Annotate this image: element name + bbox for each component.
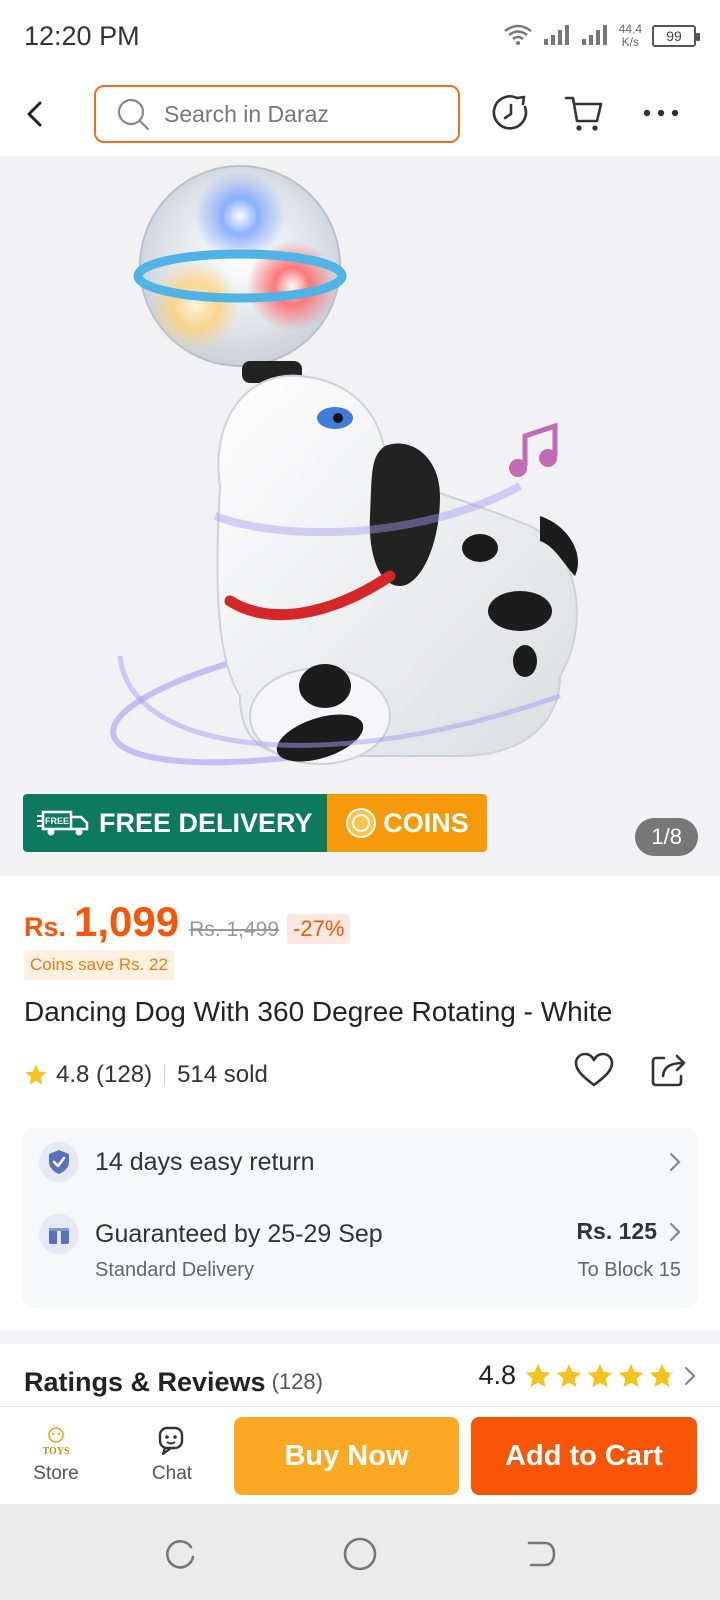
star-icon: [25, 1064, 47, 1085]
header: [0, 78, 720, 150]
store-logo-text: TOYS: [42, 1446, 69, 1457]
wishlist-button[interactable]: [574, 1052, 614, 1093]
delivery-location: To Block 15: [577, 1259, 681, 1281]
service-box: 14 days easy return Guaranteed by 25-29 …: [23, 1128, 697, 1308]
net-speed-value: 44.4: [618, 22, 642, 36]
status-time: 12:20 PM: [24, 20, 140, 51]
delivery-fee: Rs. 125: [576, 1218, 681, 1245]
current-price: 1,099: [74, 898, 180, 945]
home-icon: [343, 1537, 377, 1571]
delivery-type: Standard Delivery: [95, 1259, 254, 1281]
recent-apps-button[interactable]: [160, 1534, 200, 1574]
delivery-chevron-icon: [669, 1222, 681, 1241]
delivery-box-icon: [39, 1214, 79, 1254]
star-icon: [525, 1363, 551, 1387]
cart-icon: [564, 96, 603, 131]
status-icons: 44.4 K/s 99: [503, 23, 700, 50]
delivery-guarantee: Guaranteed by 25-29 Sep: [95, 1220, 383, 1248]
ratings-reviews-header[interactable]: Ratings & Reviews (128) 4.8: [24, 1360, 696, 1404]
net-speed-unit: K/s: [621, 35, 639, 49]
more-button[interactable]: [636, 88, 686, 138]
history-button[interactable]: [486, 88, 536, 138]
status-bar: 12:20 PM 44.4 K/s 99: [0, 0, 720, 72]
delivery-info: Guaranteed by 25-29 Sep Standard Deliver…: [79, 1214, 383, 1282]
chat-label: Chat: [151, 1463, 193, 1484]
free-delivery-badge: FREE FREE DELIVERY: [23, 794, 327, 852]
ratings-chevron-icon: [684, 1366, 696, 1385]
store-logo-icon: TOYS: [16, 1425, 96, 1457]
section-divider: [0, 1330, 720, 1344]
chat-icon: [132, 1425, 212, 1457]
share-icon: [651, 1054, 686, 1087]
coin-icon: [346, 808, 377, 838]
coins-save-badge: Coins save Rs. 22: [24, 950, 174, 980]
image-counter: 1/8: [635, 818, 698, 856]
delivery-fee-block: Rs. 125 To Block 15: [576, 1214, 681, 1282]
net-speed: 44.4 K/s: [619, 23, 642, 49]
back-nav-button[interactable]: [520, 1534, 560, 1574]
product-meta-row: 4.8 (128) 514 sold: [24, 1052, 696, 1098]
back-arrow-icon: [27, 101, 42, 127]
recent-apps-icon: [165, 1540, 195, 1569]
history-icon: [492, 95, 528, 130]
search-icon: [117, 98, 150, 131]
back-nav-icon: [527, 1541, 556, 1567]
bottom-action-bar: TOYS Store Chat Buy Now Add to Cart: [0, 1406, 720, 1504]
buy-now-button[interactable]: Buy Now: [234, 1417, 459, 1495]
return-chevron-icon: [669, 1152, 681, 1177]
return-policy-row[interactable]: 14 days easy return: [39, 1142, 681, 1182]
product-title: Dancing Dog With 360 Degree Rotating - W…: [24, 996, 613, 1027]
promo-banner: FREE FREE DELIVERY COINS: [23, 794, 487, 852]
back-button[interactable]: [24, 89, 74, 139]
product-image: [110, 165, 579, 766]
rating-value[interactable]: 4.8 (128): [56, 1061, 152, 1089]
price-currency: Rs.: [24, 912, 67, 942]
search-input[interactable]: [164, 100, 444, 128]
add-to-cart-button[interactable]: Add to Cart: [471, 1417, 697, 1495]
ratings-summary: 4.8: [478, 1360, 696, 1391]
product-image-gallery[interactable]: FREE FREE DELIVERY COINS 1/8: [0, 156, 720, 876]
coins-badge: COINS: [327, 794, 487, 852]
share-button[interactable]: [650, 1052, 688, 1093]
search-box[interactable]: [94, 85, 460, 143]
signal-icon-2: [581, 23, 609, 50]
wifi-icon: [503, 23, 533, 50]
chat-button[interactable]: Chat: [132, 1425, 212, 1485]
star-rating: [524, 1362, 676, 1390]
ratings-title: Ratings & Reviews: [24, 1366, 266, 1397]
star-half-icon: [649, 1363, 675, 1387]
delivery-row[interactable]: Guaranteed by 25-29 Sep Standard Deliver…: [39, 1214, 681, 1282]
battery-icon: 99: [652, 25, 700, 47]
store-label: Store: [33, 1463, 79, 1484]
home-button[interactable]: [340, 1534, 380, 1574]
ratings-count: (128): [271, 1369, 323, 1394]
price-row: Rs. 1,099 Rs. 1,499 -27%: [24, 898, 351, 946]
coins-label: COINS: [383, 807, 469, 838]
star-icon: [556, 1363, 582, 1387]
meta-actions: [574, 1052, 688, 1093]
free-delivery-label: FREE DELIVERY: [99, 807, 313, 838]
meta-divider: [164, 1065, 166, 1085]
sold-count: 514 sold: [177, 1061, 268, 1088]
star-icon: [587, 1363, 613, 1387]
delivery-truck-icon: FREE: [37, 810, 89, 836]
store-button[interactable]: TOYS Store: [16, 1425, 96, 1485]
signal-icon: [543, 23, 571, 50]
more-icon: [643, 109, 679, 117]
shield-check-icon: [39, 1142, 79, 1182]
original-price: Rs. 1,499: [189, 918, 280, 941]
rating-number: 4.8: [56, 1061, 90, 1088]
ratings-score: 4.8: [478, 1360, 516, 1390]
delivery-fee-value: Rs. 125: [576, 1218, 657, 1244]
system-navigation-bar: [0, 1504, 720, 1600]
heart-icon: [574, 1052, 614, 1087]
return-policy-label: 14 days easy return: [95, 1148, 315, 1176]
star-icon: [618, 1363, 644, 1387]
cart-button[interactable]: [560, 88, 610, 138]
rating-count: (128): [96, 1061, 153, 1088]
free-badge-text: FREE: [45, 816, 69, 826]
discount-badge: -27%: [287, 914, 351, 944]
